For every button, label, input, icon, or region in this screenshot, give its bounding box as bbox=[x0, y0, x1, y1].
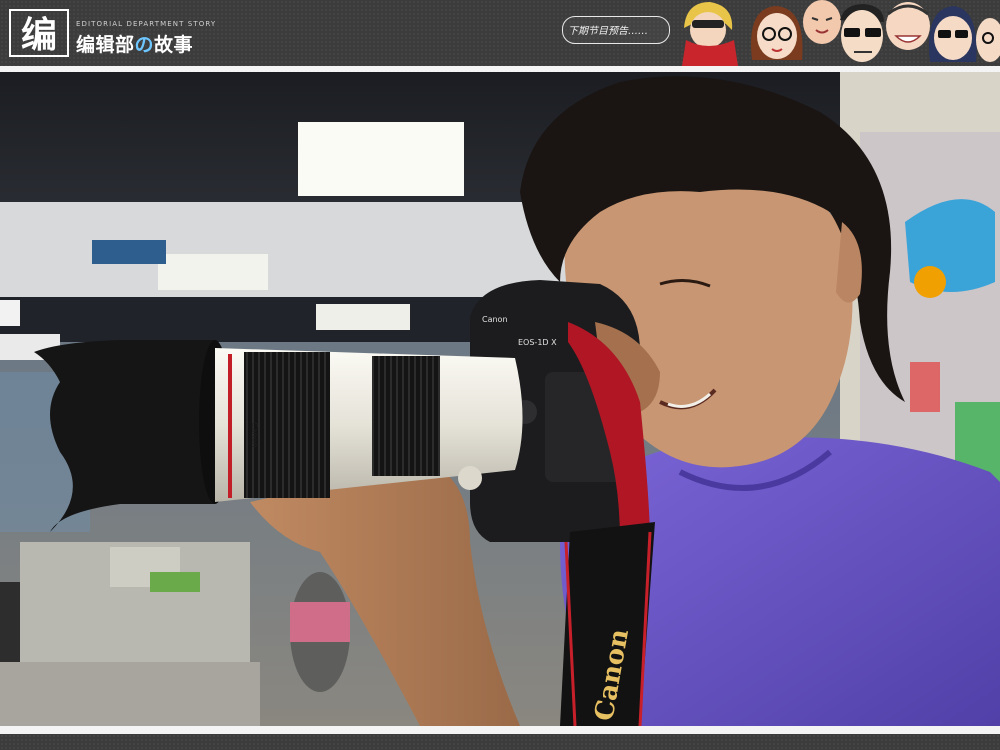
speech-bubble-text: 下期节目预告…… bbox=[568, 26, 648, 37]
svg-text:编: 编 bbox=[21, 15, 57, 56]
photo: Canon EOS-1D X Canon Canon bbox=[0, 72, 1000, 726]
character-glasses-man-icon bbox=[976, 18, 1000, 62]
footer-border bbox=[0, 726, 1000, 734]
lens-brand-label: Canon bbox=[250, 422, 259, 448]
telephoto-lens: Canon bbox=[215, 348, 523, 502]
character-smiling-man-icon bbox=[886, 2, 930, 50]
character-woman-icon bbox=[929, 6, 977, 62]
header-bar: 编 EDITORIAL DEPARTMENT STORY 编辑部の故事 下期节目… bbox=[0, 0, 1000, 66]
logo-mark: 编 bbox=[9, 9, 69, 57]
brand-subtitle: EDITORIAL DEPARTMENT STORY bbox=[76, 20, 217, 28]
camera-brand-label: Canon bbox=[482, 315, 508, 324]
ceiling-light bbox=[298, 122, 464, 196]
character-bald-icon bbox=[803, 0, 841, 44]
cartoon-characters bbox=[682, 0, 1000, 66]
character-sunglasses-man-icon bbox=[840, 4, 884, 62]
footer-bar bbox=[0, 734, 1000, 750]
character-blonde-icon bbox=[682, 2, 738, 66]
character-girl-icon bbox=[751, 6, 803, 60]
camera-model-label: EOS-1D X bbox=[518, 338, 557, 347]
brand-title: 编辑部の故事 bbox=[76, 34, 194, 56]
